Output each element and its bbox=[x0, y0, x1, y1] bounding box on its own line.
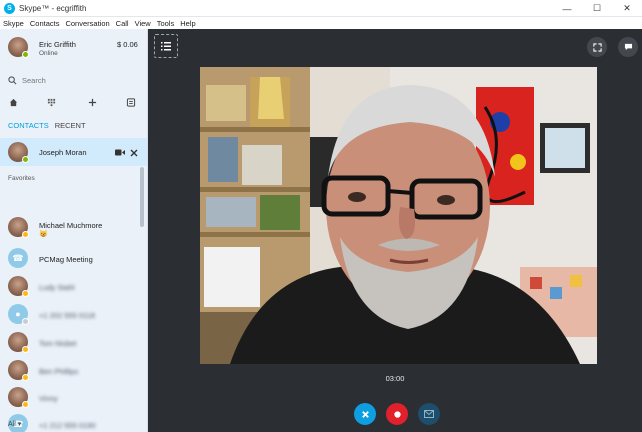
list-item[interactable]: ☎ +1 212 555 0190 bbox=[0, 411, 147, 432]
record-icon bbox=[393, 410, 401, 418]
window-controls: — ☐ ✕ bbox=[552, 0, 642, 17]
list-item[interactable]: ☎ PCMag Meeting bbox=[0, 245, 147, 271]
call-area: 03:00 bbox=[148, 29, 642, 432]
menu-skype[interactable]: Skype bbox=[3, 19, 24, 28]
home-icon[interactable] bbox=[6, 95, 20, 109]
instant-message-button[interactable] bbox=[418, 403, 440, 425]
contact-name: Ben Phillips bbox=[39, 367, 79, 376]
contacts-tabs: CONTACTS RECENT bbox=[0, 119, 147, 131]
menu-tools[interactable]: Tools bbox=[157, 19, 175, 28]
chat-bubble-icon[interactable] bbox=[618, 37, 638, 57]
contact-name: Tom Nisbet bbox=[39, 339, 77, 348]
remote-video-image bbox=[200, 67, 597, 364]
contact-name: Ludy Stahl bbox=[39, 283, 75, 292]
skype-credit[interactable]: $ 0.06 bbox=[117, 40, 138, 49]
profile-name: Eric Griffith bbox=[39, 40, 76, 49]
menu-conversation[interactable]: Conversation bbox=[65, 19, 109, 28]
search-input[interactable]: Search bbox=[22, 76, 46, 85]
contacts-filter-dropdown[interactable]: All ▾ bbox=[8, 420, 21, 428]
online-status-icon bbox=[22, 51, 29, 58]
sidebar: Eric Griffith Online $ 0.06 Search CONTA… bbox=[0, 29, 148, 432]
online-status-icon bbox=[22, 156, 29, 163]
dialpad-icon[interactable] bbox=[44, 95, 58, 109]
window-title: Skype™ - ecgriffith bbox=[19, 3, 87, 13]
away-status-icon bbox=[22, 374, 29, 381]
offline-status-icon bbox=[22, 318, 29, 325]
video-call-icon[interactable] bbox=[115, 148, 125, 157]
menu-contacts[interactable]: Contacts bbox=[30, 19, 60, 28]
list-icon[interactable] bbox=[154, 34, 178, 58]
contact-actions bbox=[111, 148, 139, 157]
list-item[interactable]: Vinny bbox=[0, 384, 147, 410]
away-status-icon bbox=[22, 346, 29, 353]
menu-call[interactable]: Call bbox=[116, 19, 129, 28]
close-button[interactable]: ✕ bbox=[612, 0, 642, 17]
list-item[interactable]: Ben Phillips bbox=[0, 357, 147, 383]
selected-contact-row[interactable]: Joseph Moran bbox=[0, 138, 147, 166]
tab-contacts[interactable]: CONTACTS bbox=[8, 121, 49, 130]
list-item[interactable] bbox=[0, 219, 147, 245]
contact-name: Vinny bbox=[39, 394, 58, 403]
nav-toolbar bbox=[0, 95, 147, 109]
contact-name: Joseph Moran bbox=[39, 148, 87, 157]
away-status-icon bbox=[22, 401, 29, 408]
add-contact-icon[interactable] bbox=[85, 95, 99, 109]
profile-status: Online bbox=[39, 50, 58, 57]
skype-logo-icon: S bbox=[4, 2, 15, 14]
close-icon bbox=[361, 410, 369, 418]
record-button[interactable] bbox=[386, 403, 408, 425]
phone-icon: ☎ bbox=[8, 248, 28, 268]
hangup-icon[interactable] bbox=[129, 148, 139, 157]
contact-name: +1 202 555 0118 bbox=[39, 311, 95, 320]
maximize-button[interactable]: ☐ bbox=[582, 0, 612, 17]
contact-name: +1 212 555 0190 bbox=[39, 421, 96, 430]
menu-view[interactable]: View bbox=[135, 19, 151, 28]
video-feed bbox=[200, 67, 597, 364]
search-icon bbox=[8, 75, 17, 84]
call-timer: 03:00 bbox=[385, 374, 405, 383]
menu-bar: Skype Contacts Conversation Call View To… bbox=[0, 17, 642, 29]
list-item[interactable]: ● +1 202 555 0118 bbox=[0, 301, 147, 327]
profile-card[interactable]: Eric Griffith Online $ 0.06 bbox=[0, 29, 147, 65]
menu-help[interactable]: Help bbox=[180, 19, 195, 28]
list-item[interactable]: Tom Nisbet bbox=[0, 329, 147, 355]
title-bar: S Skype™ - ecgriffith — ☐ ✕ bbox=[0, 0, 642, 17]
tab-recent[interactable]: RECENT bbox=[55, 121, 86, 130]
end-call-button[interactable] bbox=[354, 403, 376, 425]
away-status-icon bbox=[22, 290, 29, 297]
search-bar[interactable]: Search bbox=[0, 73, 147, 87]
contact-list-icon[interactable] bbox=[124, 95, 138, 109]
list-item[interactable]: Ludy Stahl bbox=[0, 273, 147, 299]
expand-icon[interactable] bbox=[587, 37, 607, 57]
envelope-icon bbox=[424, 410, 434, 418]
favorites-heading: Favorites bbox=[8, 175, 35, 182]
contact-name: PCMag Meeting bbox=[39, 255, 93, 264]
minimize-button[interactable]: — bbox=[552, 0, 582, 17]
